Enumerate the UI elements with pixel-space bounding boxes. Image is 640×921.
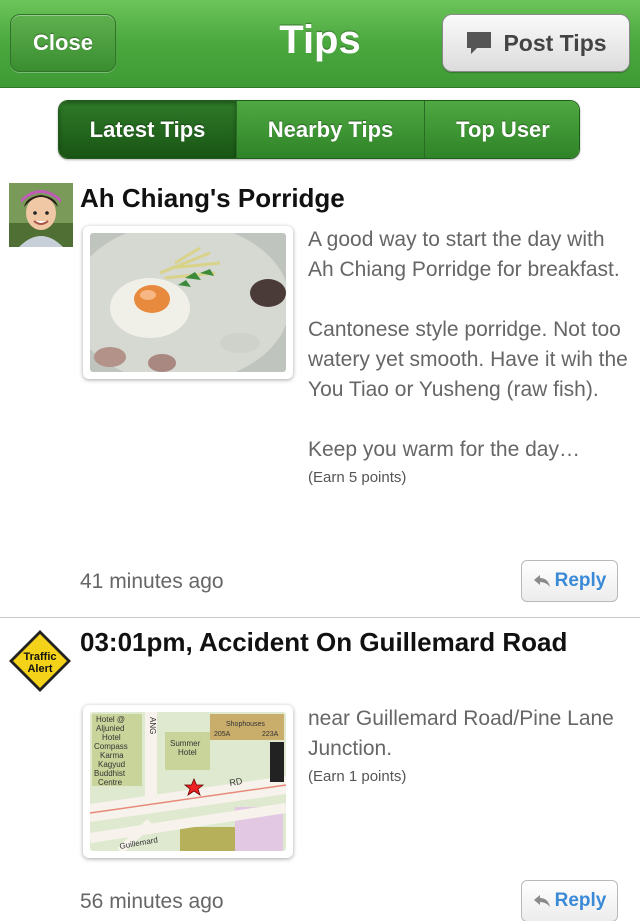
map-label: Karma (100, 751, 124, 760)
tip-body: A good way to start the day with Ah Chia… (308, 225, 628, 491)
map-label: Hotel @ (96, 715, 125, 724)
post-tips-button[interactable]: Post Tips (442, 14, 630, 72)
sign-text-line-2: Alert (27, 663, 52, 675)
tips-segmented-control: Latest Tips Nearby Tips Top User (58, 100, 580, 159)
reply-button[interactable]: Reply (521, 880, 618, 921)
tip-paragraph: Keep you warm for the day… (308, 438, 580, 461)
navigation-bar: Close Tips Post Tips (0, 0, 640, 88)
tab-nearby-tips[interactable]: Nearby Tips (237, 101, 425, 158)
user-avatar[interactable] (9, 183, 73, 247)
map-label: Aljunied (96, 724, 124, 733)
earn-points: (Earn 5 points) (308, 469, 407, 486)
reply-label: Reply (554, 570, 607, 591)
tip-timestamp: 56 minutes ago (80, 890, 224, 913)
tip-body: near Guillemard Road/Pine Lane Junction.… (308, 704, 628, 790)
map-label: Shophouses (226, 721, 265, 728)
tip-item[interactable]: Traffic Alert 03:01pm, Accident On Guill… (0, 619, 640, 921)
map-label: ANG (148, 717, 157, 734)
tip-title: Ah Chiang's Porridge (80, 183, 345, 213)
map-label: Buddhist (94, 769, 126, 778)
reply-arrow-icon (533, 575, 550, 587)
tip-map[interactable]: Hotel @ Aljunied Hotel Compass Karma Kag… (83, 705, 293, 858)
tip-title: 03:01pm, Accident On Guillemard Road (80, 627, 568, 657)
tip-timestamp: 41 minutes ago (80, 570, 224, 593)
reply-label: Reply (554, 890, 607, 911)
earn-points: (Earn 1 points) (308, 768, 407, 785)
reply-arrow-icon (533, 895, 550, 907)
tip-photo[interactable] (83, 226, 293, 379)
tab-latest-tips[interactable]: Latest Tips (59, 101, 237, 158)
map-label: Summer (170, 739, 201, 748)
map-label: 223A (262, 731, 279, 738)
map-label: Compass (94, 742, 128, 751)
tip-paragraph: near Guillemard Road/Pine Lane Junction. (308, 707, 614, 760)
map-label: Centre (98, 778, 123, 787)
speech-bubble-icon (467, 32, 492, 54)
map-label: Hotel (102, 733, 121, 742)
sign-text-line-1: Traffic (23, 651, 56, 663)
map-label: 205A (214, 731, 231, 738)
post-tips-label: Post Tips (503, 29, 607, 56)
map-label: Hotel (178, 748, 197, 757)
tab-top-user[interactable]: Top User (425, 101, 579, 158)
tip-paragraph: Cantonese style porridge. Not too watery… (308, 318, 628, 401)
map-image: Hotel @ Aljunied Hotel Compass Karma Kag… (90, 712, 286, 851)
map-label: Kagyud (98, 760, 125, 769)
reply-button[interactable]: Reply (521, 560, 618, 602)
traffic-alert-sign-icon: Traffic Alert (9, 630, 71, 692)
tip-item[interactable]: Ah Chiang's Porridge A good way to start… (0, 170, 640, 618)
porridge-image (90, 233, 286, 372)
tip-paragraph: A good way to start the day with Ah Chia… (308, 228, 620, 281)
